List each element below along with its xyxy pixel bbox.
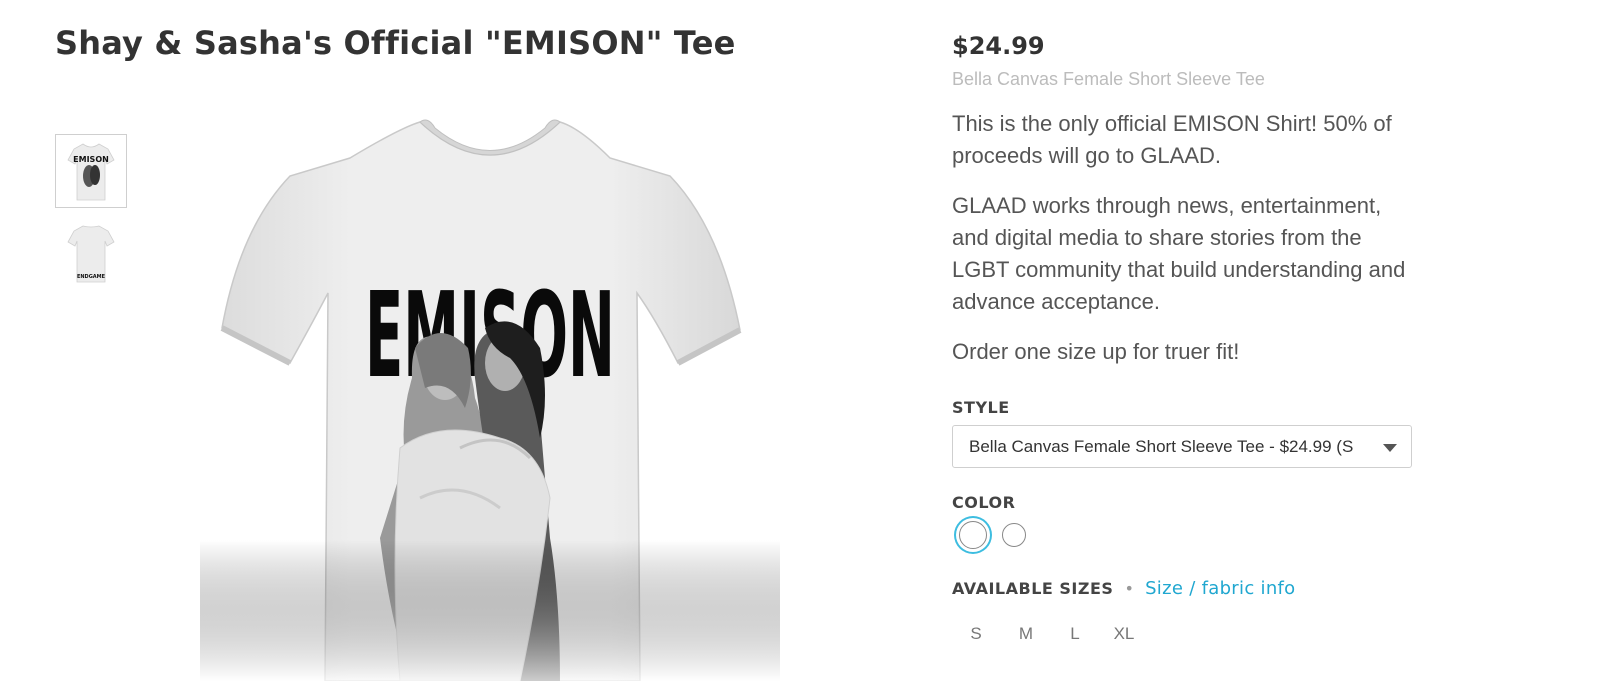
size-option-l[interactable]: L xyxy=(1055,624,1095,644)
tshirt-front-thumbnail-icon: EMISON xyxy=(67,143,115,201)
color-label: COLOR xyxy=(952,493,1016,512)
size-option-xl[interactable]: XL xyxy=(1104,624,1144,644)
thumbnail-front[interactable]: EMISON xyxy=(55,134,127,208)
tshirt-back-thumbnail-icon: ENDGAME xyxy=(67,225,115,283)
separator-dot: • xyxy=(1124,579,1134,598)
style-label: STYLE xyxy=(952,398,1010,417)
product-title: Shay & Sasha's Official "EMISON" Tee xyxy=(55,24,736,62)
style-select-value: Bella Canvas Female Short Sleeve Tee - $… xyxy=(969,437,1354,456)
description-paragraph: Order one size up for truer fit! xyxy=(952,339,1240,364)
size-option-m[interactable]: M xyxy=(1006,624,1046,644)
product-price: $24.99 xyxy=(952,32,1045,60)
chevron-down-icon xyxy=(1383,444,1397,452)
thumbnail-back[interactable]: ENDGAME xyxy=(55,216,127,290)
available-sizes-label: AVAILABLE SIZES xyxy=(952,579,1114,598)
color-swatch-white-selected[interactable] xyxy=(959,521,987,549)
thumb-shirt-text: EMISON xyxy=(73,155,109,164)
available-sizes-header: AVAILABLE SIZES • Size / fabric info xyxy=(952,578,1296,599)
thumb-back-text: ENDGAME xyxy=(77,274,106,280)
description-paragraph: This is the only official EMISON Shirt! … xyxy=(952,111,1392,168)
size-option-s[interactable]: S xyxy=(956,624,996,644)
style-select[interactable]: Bella Canvas Female Short Sleeve Tee - $… xyxy=(952,425,1412,468)
description-paragraph: GLAAD works through news, entertainment,… xyxy=(952,193,1406,314)
product-style-name: Bella Canvas Female Short Sleeve Tee xyxy=(952,69,1265,89)
product-main-image: EMISON xyxy=(200,118,780,682)
size-fabric-info-link[interactable]: Size / fabric info xyxy=(1145,578,1295,599)
color-swatch-white[interactable] xyxy=(1002,523,1026,547)
